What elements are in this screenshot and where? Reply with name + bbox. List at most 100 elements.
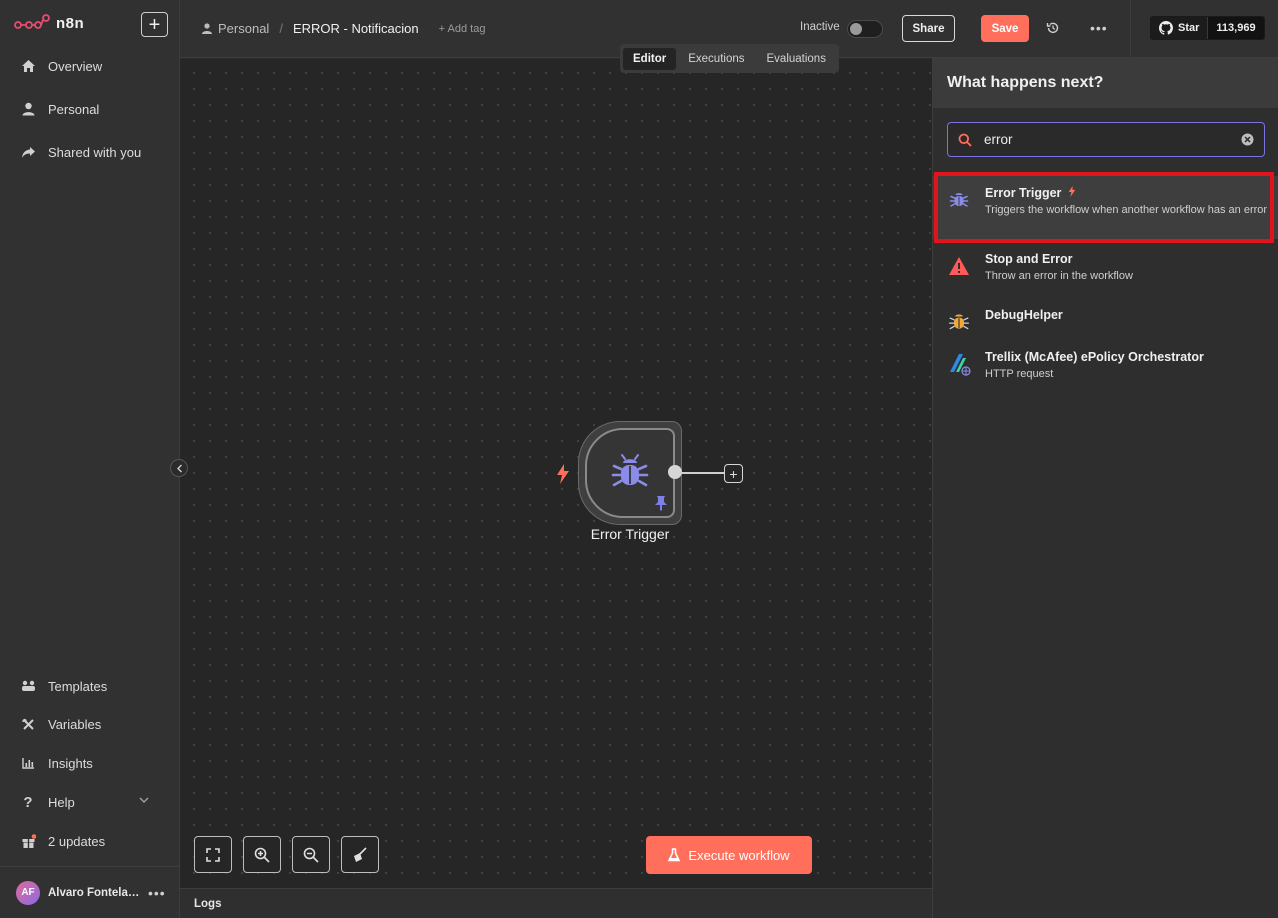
- collapse-sidebar-button[interactable]: [170, 459, 188, 477]
- view-tabs: Editor Executions Evaluations: [620, 44, 839, 73]
- zoom-in-icon: [254, 847, 270, 863]
- active-toggle[interactable]: [847, 20, 883, 38]
- sidebar-item-label: Help: [48, 794, 75, 810]
- app-name: n8n: [56, 14, 85, 32]
- logs-label: Logs: [194, 897, 222, 910]
- github-star-count: 113,969: [1207, 17, 1264, 39]
- insights-icon: [20, 755, 36, 771]
- help-icon: ?: [23, 793, 33, 811]
- result-title: Error Trigger: [985, 186, 1270, 200]
- sidebar-item-help[interactable]: ? Help: [0, 787, 179, 817]
- result-error-trigger[interactable]: Error Trigger Triggers the workflow when…: [933, 176, 1278, 239]
- github-star-label: Star: [1178, 22, 1200, 34]
- node-creator-panel: What happens next? Error Trigger Trigger…: [932, 58, 1278, 918]
- zoom-out-button[interactable]: [292, 836, 330, 873]
- pin-icon: [654, 495, 668, 516]
- fit-view-button[interactable]: [194, 836, 232, 873]
- home-icon: [20, 58, 36, 74]
- result-title: DebugHelper: [985, 308, 1063, 322]
- user-icon: [202, 23, 212, 34]
- sidebar-item-personal[interactable]: Personal: [0, 94, 179, 124]
- sidebar-item-insights[interactable]: Insights: [0, 748, 179, 778]
- result-title-text: Error Trigger: [985, 186, 1062, 200]
- logs-bar[interactable]: Logs: [180, 888, 932, 918]
- tab-editor[interactable]: Editor: [623, 47, 677, 70]
- trellix-icon: [947, 352, 971, 376]
- sidebar-item-label: Variables: [48, 716, 102, 732]
- breadcrumb-project[interactable]: Personal: [218, 21, 269, 36]
- chevron-left-icon: [176, 464, 182, 472]
- sidebar-item-shared[interactable]: Shared with you: [0, 137, 179, 167]
- workflow-title[interactable]: ERROR - Notificacion: [293, 21, 419, 36]
- sidebar: n8n + Overview Personal Shared with you …: [0, 0, 180, 918]
- workflow-status-label: Inactive: [800, 21, 840, 33]
- tab-executions[interactable]: Executions: [678, 48, 754, 70]
- sidebar-item-variables[interactable]: Variables: [0, 709, 179, 739]
- gift-icon: [20, 833, 36, 849]
- add-node-button[interactable]: +: [724, 464, 743, 483]
- search-input[interactable]: [984, 132, 1229, 147]
- github-star: Star: [1151, 17, 1208, 39]
- sidebar-item-label: Templates: [48, 678, 108, 694]
- avatar: AF: [16, 880, 40, 905]
- workflow-canvas[interactable]: + Error Trigger Execute workflow: [180, 59, 932, 888]
- chevron-down-icon: [139, 797, 149, 803]
- tidy-up-button[interactable]: [341, 836, 379, 873]
- flask-icon: [668, 848, 681, 862]
- sidebar-item-label: Insights: [48, 755, 93, 771]
- trigger-bolt-icon: [556, 464, 570, 489]
- result-description: Triggers the workflow when another workf…: [985, 204, 1268, 216]
- templates-icon: [20, 678, 36, 694]
- clear-search-icon[interactable]: [1241, 133, 1254, 146]
- fit-view-icon: [206, 847, 220, 862]
- search-icon: [958, 133, 972, 147]
- plus-icon: +: [148, 13, 161, 36]
- warning-icon: [947, 254, 971, 278]
- share-icon: [20, 144, 36, 160]
- user-name: Alvaro Fontela ...: [48, 886, 140, 899]
- execute-workflow-button[interactable]: Execute workflow: [646, 836, 812, 874]
- n8n-logo[interactable]: n8n: [14, 14, 84, 32]
- tab-evaluations[interactable]: Evaluations: [757, 48, 836, 70]
- bug-icon: [947, 188, 971, 212]
- sidebar-item-label: Personal: [48, 101, 100, 117]
- history-icon[interactable]: [1046, 21, 1060, 40]
- sidebar-item-overview[interactable]: Overview: [0, 51, 179, 81]
- connection-line: [680, 472, 724, 474]
- user-icon: [20, 101, 36, 117]
- zoom-out-icon: [303, 847, 319, 863]
- share-button[interactable]: Share: [902, 15, 955, 42]
- zoom-in-button[interactable]: [243, 836, 281, 873]
- result-description: Throw an error in the workflow: [985, 270, 1133, 282]
- github-star-button[interactable]: Star 113,969: [1150, 16, 1265, 40]
- create-new-button[interactable]: +: [141, 12, 168, 37]
- breadcrumb: Personal / ERROR - Notificacion + Add ta…: [202, 21, 485, 36]
- sidebar-item-label: Overview: [48, 58, 103, 74]
- result-description: HTTP request: [985, 368, 1054, 380]
- panel-title: What happens next?: [933, 58, 1278, 108]
- sidebar-item-label: 2 updates: [48, 833, 106, 849]
- trigger-bolt-icon: [1068, 186, 1076, 197]
- variables-icon: [20, 716, 36, 732]
- more-options-icon[interactable]: •••: [148, 885, 166, 901]
- debug-bug-icon: [947, 310, 971, 334]
- node-label: Error Trigger: [590, 526, 670, 542]
- result-title: Stop and Error: [985, 252, 1073, 266]
- github-icon: [1159, 21, 1173, 35]
- broom-icon: [354, 846, 367, 862]
- result-trellix[interactable]: Trellix (McAfee) ePolicy Orchestrator HT…: [933, 350, 1278, 394]
- execute-workflow-label: Execute workflow: [688, 847, 790, 863]
- sidebar-item-templates[interactable]: Templates: [0, 671, 179, 701]
- result-debughelper[interactable]: DebugHelper: [933, 308, 1278, 344]
- header-divider: [1130, 0, 1131, 58]
- plus-icon: +: [729, 465, 738, 482]
- breadcrumb-separator: /: [279, 21, 283, 36]
- more-options-icon[interactable]: •••: [1090, 20, 1108, 36]
- save-button[interactable]: Save: [981, 15, 1029, 42]
- result-stop-and-error[interactable]: Stop and Error Throw an error in the wor…: [933, 252, 1278, 296]
- add-tag-button[interactable]: + Add tag: [439, 23, 486, 35]
- sidebar-item-updates[interactable]: 2 updates: [0, 826, 179, 856]
- user-menu[interactable]: AF Alvaro Fontela ... •••: [0, 866, 179, 918]
- result-title: Trellix (McAfee) ePolicy Orchestrator: [985, 350, 1204, 364]
- search-box: [947, 122, 1265, 157]
